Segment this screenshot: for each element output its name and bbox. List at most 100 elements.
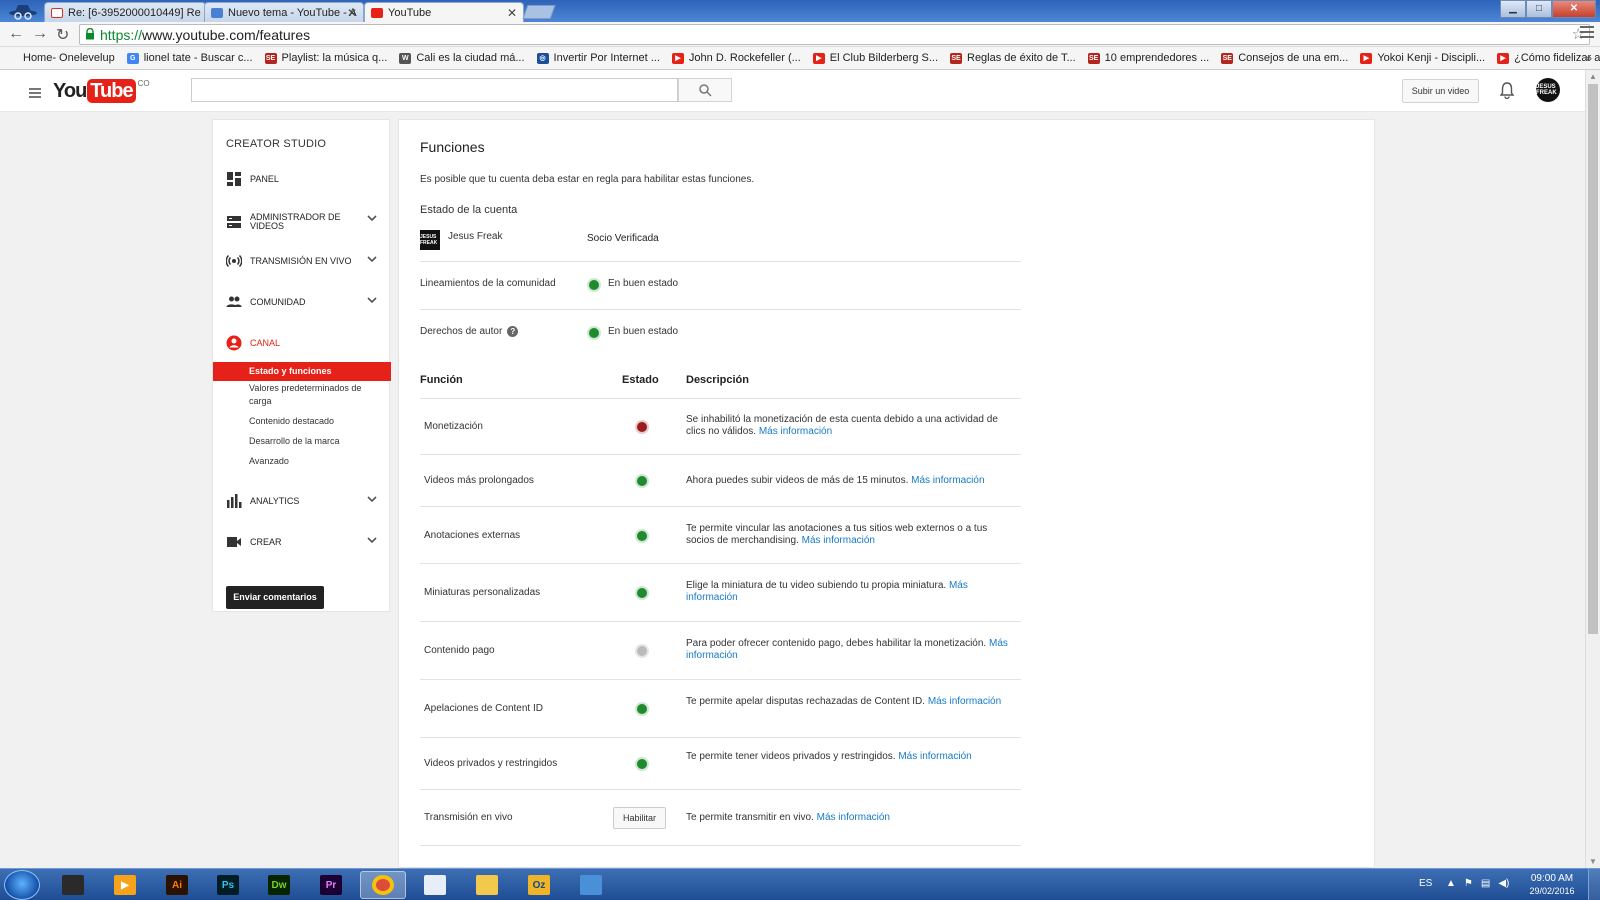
bookmark-item[interactable]: SE 10 emprendedores ... [1087, 52, 1209, 64]
feature-description: Te permite transmitir en vivo. Más infor… [686, 812, 1010, 824]
feature-name: Videos más prolongados [424, 475, 534, 486]
close-window-button[interactable]: ✕ [1552, 0, 1596, 18]
more-bookmarks-icon[interactable]: » [1585, 51, 1592, 65]
close-tab-icon[interactable]: ✕ [507, 6, 517, 20]
volume-icon[interactable]: ◀) [1498, 878, 1509, 889]
taskbar-app-apps-grid[interactable] [50, 871, 96, 899]
feature-description: Para poder ofrecer contenido pago, debes… [686, 638, 1010, 662]
taskbar-app-media-player[interactable]: ▶ [102, 871, 148, 899]
taskbar-app-outlook[interactable]: Oz [516, 871, 562, 899]
bookmark-item[interactable]: ▶ John D. Rockefeller (... [671, 52, 801, 64]
tab-youtube[interactable]: YouTube ✕ [364, 2, 524, 22]
avatar[interactable]: JESUS FREAK [1536, 78, 1560, 102]
reload-icon[interactable]: ↻ [56, 25, 69, 45]
taskbar-app-chrome[interactable] [360, 871, 406, 899]
account-avatar: JESUS FREAK [420, 230, 440, 250]
sidebar-item-analytics[interactable]: ANALYTICS [213, 489, 391, 513]
more-info-link[interactable]: Más información [802, 535, 875, 546]
new-tab-button[interactable] [522, 5, 556, 19]
scroll-up-icon[interactable]: ▲ [1589, 72, 1597, 81]
sidebar-item-panel[interactable]: PANEL [213, 167, 391, 191]
upload-video-button[interactable]: Subir un video [1402, 79, 1479, 103]
bookmark-item[interactable]: SE Reglas de éxito de T... [950, 52, 1076, 64]
status-dot-red [637, 422, 647, 432]
chrome-menu-icon[interactable] [1580, 26, 1594, 41]
feature-description-text: Te permite apelar disputas rechazadas de… [686, 696, 926, 707]
bookmark-item[interactable]: SE Playlist: la música q... [264, 52, 387, 64]
tab-gmail[interactable]: Re: [6-3952000010449] Re [44, 2, 206, 22]
chevron-down-icon[interactable] [367, 297, 377, 304]
bookmark-label: Home- Onelevelup [23, 52, 115, 64]
taskbar-app-explorer[interactable] [464, 871, 510, 899]
back-icon[interactable]: ← [8, 25, 24, 43]
sidebar-item-label: CANAL [250, 337, 281, 348]
taskbar-app-notepad[interactable] [412, 871, 458, 899]
show-desktop-button[interactable] [1588, 869, 1600, 900]
media-player-icon: ▶ [114, 875, 136, 895]
send-feedback-button[interactable]: Enviar comentarios [226, 586, 324, 609]
bookmark-item[interactable]: Glionel tate - Buscar c... [126, 52, 253, 64]
search-button[interactable] [678, 78, 732, 102]
youtube-icon [371, 7, 383, 18]
taskbar-app-photoshop[interactable]: Ps [205, 871, 251, 899]
more-info-link[interactable]: Más información [928, 696, 1001, 707]
chevron-down-icon[interactable] [367, 215, 377, 222]
chevron-down-icon[interactable] [367, 256, 377, 263]
bookmark-label: Consejos de una em... [1238, 52, 1349, 64]
tab-nuevo-tema[interactable]: Nuevo tema - YouTube - A ✕ [204, 2, 364, 22]
close-tab-icon[interactable]: ✕ [347, 6, 357, 20]
minimize-button[interactable]: ▁ [1500, 0, 1526, 18]
sidebar-item-community[interactable]: COMUNIDAD [213, 290, 391, 314]
help-icon[interactable]: ? [507, 326, 519, 337]
tray-expand-icon[interactable]: ▲ [1446, 878, 1456, 889]
url-text: www.youtube.com/features [142, 26, 311, 43]
network-icon[interactable]: ▤ [1481, 878, 1490, 889]
language-indicator[interactable]: ES [1419, 878, 1432, 889]
more-info-link[interactable]: Más información [911, 475, 984, 486]
sidebar-item-label: ANALYTICS [250, 495, 300, 506]
taskbar-app-dreamweaver[interactable]: Dw [256, 871, 302, 899]
bell-icon[interactable] [1499, 81, 1515, 99]
page-scrollbar[interactable]: ▲ ▼ [1585, 70, 1600, 868]
bookmark-item[interactable]: ◎ Invertir Por Internet ... [536, 52, 660, 64]
action-center-icon[interactable]: ⚑ [1464, 878, 1473, 889]
sidebar-subitem-status[interactable]: Estado y funciones [213, 362, 391, 381]
youtube-logo[interactable]: You Tube CO [53, 79, 150, 103]
more-info-link[interactable]: Más información [759, 426, 832, 437]
bookmark-item[interactable]: W Cali es la ciudad má... [399, 52, 525, 64]
sidebar-subitem-featured[interactable]: Contenido destacado [213, 415, 391, 428]
search-input[interactable] [191, 78, 678, 102]
start-button[interactable] [4, 870, 40, 900]
taskbar-app-premiere[interactable]: Pr [308, 871, 354, 899]
hamburger-menu-icon[interactable] [29, 88, 41, 100]
taskbar-app-illustrator[interactable]: Ai [154, 871, 200, 899]
features-panel: Funciones Es posible que tu cuenta deba … [398, 119, 1375, 868]
sidebar-subitem-upload-defaults[interactable]: Valores predeterminados de carga [213, 382, 391, 408]
chevron-down-icon[interactable] [367, 496, 377, 503]
forward-icon[interactable]: → [32, 25, 48, 43]
bookmark-item[interactable]: SE Consejos de una em... [1221, 52, 1348, 64]
sidebar-item-video-manager[interactable]: ADMINISTRADOR DE VIDEOS [213, 208, 391, 236]
system-clock[interactable]: 09:00 AM 29/02/2016 [1522, 872, 1582, 898]
chevron-down-icon[interactable] [367, 537, 377, 544]
bookmark-item[interactable]: Home- Onelevelup [23, 52, 115, 64]
sidebar-item-live[interactable]: TRANSMISIÓN EN VIVO [213, 249, 391, 273]
column-header-description: Descripción [686, 374, 749, 386]
feature-row: Videos más prolongados Ahora puedes subir… [420, 455, 1021, 507]
scroll-down-icon[interactable]: ▼ [1589, 857, 1597, 866]
sidebar-subitem-branding[interactable]: Desarrollo de la marca [213, 435, 391, 448]
maximize-button[interactable]: □ [1526, 0, 1552, 18]
bookmark-item[interactable]: ▶ El Club Bilderberg S... [812, 52, 938, 64]
more-info-link[interactable]: Más información [817, 812, 890, 823]
enable-live-button[interactable]: Habilitar [613, 807, 666, 829]
sidebar-item-create[interactable]: CREAR [213, 530, 391, 554]
bookmark-item[interactable]: ▶ Yokoi Kenji - Discipli... [1360, 52, 1485, 64]
sidebar-subitem-advanced[interactable]: Avanzado [213, 455, 391, 468]
address-bar[interactable]: https:// www.youtube.com/features ☆ [79, 24, 1590, 45]
status-dot-green [637, 759, 647, 769]
scrollbar-thumb[interactable] [1588, 84, 1598, 634]
more-info-link[interactable]: Más información [898, 751, 971, 762]
sidebar-item-channel[interactable]: CANAL [213, 331, 391, 355]
taskbar-app-window-app[interactable] [568, 871, 614, 899]
feature-description-text: Te permite transmitir en vivo. [686, 812, 814, 823]
